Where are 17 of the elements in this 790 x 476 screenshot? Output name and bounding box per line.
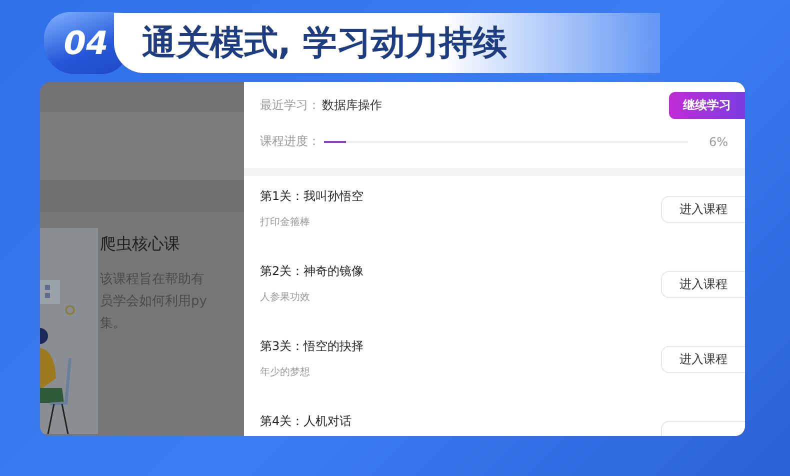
level-title: 第1关：我叫孙悟空	[260, 188, 364, 205]
level-title: 第4关：人机对话	[260, 413, 352, 430]
banner-title: 通关模式, 学习动力持续	[114, 13, 660, 73]
level-title: 第3关：悟空的抉择	[260, 338, 364, 355]
course-title: 爬虫核心课	[100, 234, 181, 255]
level-title: 第2关：神奇的镜像	[260, 263, 364, 280]
enter-course-button[interactable]: 进入课程	[661, 196, 745, 223]
enter-course-button[interactable]: 进入课程	[661, 346, 745, 373]
level-subtitle: 人参果功效	[260, 290, 311, 304]
progress-label: 课程进度：	[260, 133, 320, 150]
enter-course-button[interactable]: 进入课程	[661, 271, 745, 298]
recent-course: 数据库操作	[322, 97, 382, 114]
continue-button[interactable]: 继续学习	[669, 92, 745, 119]
recent-label: 最近学习：	[260, 97, 320, 114]
progress-reading: 6%	[709, 134, 728, 148]
level-subtitle: 年少的梦想	[260, 366, 311, 379]
level-subtitle: 打印金箍棒	[260, 216, 311, 229]
